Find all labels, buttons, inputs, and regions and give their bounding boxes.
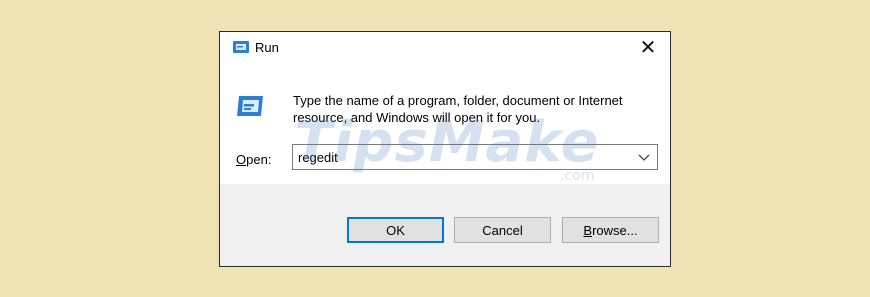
open-combobox[interactable]: [292, 144, 658, 170]
run-icon: [232, 40, 250, 54]
run-icon: [236, 93, 266, 119]
ok-button[interactable]: OK: [347, 217, 444, 243]
button-bar: OK Cancel Browse...: [220, 184, 670, 266]
open-label-text: pen:: [246, 152, 272, 167]
close-button[interactable]: ✕: [626, 32, 670, 62]
browse-mnemonic: B: [583, 222, 593, 238]
cancel-button[interactable]: Cancel: [454, 217, 551, 243]
command-input[interactable]: [298, 148, 618, 166]
window-title: Run: [255, 40, 279, 55]
watermark-suffix: .com: [560, 168, 595, 184]
title-bar: Run ✕: [220, 32, 670, 62]
browse-label: rowse...: [592, 222, 638, 238]
close-icon: ✕: [639, 36, 657, 59]
run-dialog: Run ✕ Type the name of a program, folder…: [219, 31, 671, 267]
chevron-down-icon[interactable]: [637, 150, 651, 164]
browse-button[interactable]: Browse...: [562, 217, 659, 243]
open-label: Open:: [236, 152, 271, 167]
open-label-mnemonic: O: [236, 152, 247, 167]
description-text: Type the name of a program, folder, docu…: [293, 93, 623, 125]
